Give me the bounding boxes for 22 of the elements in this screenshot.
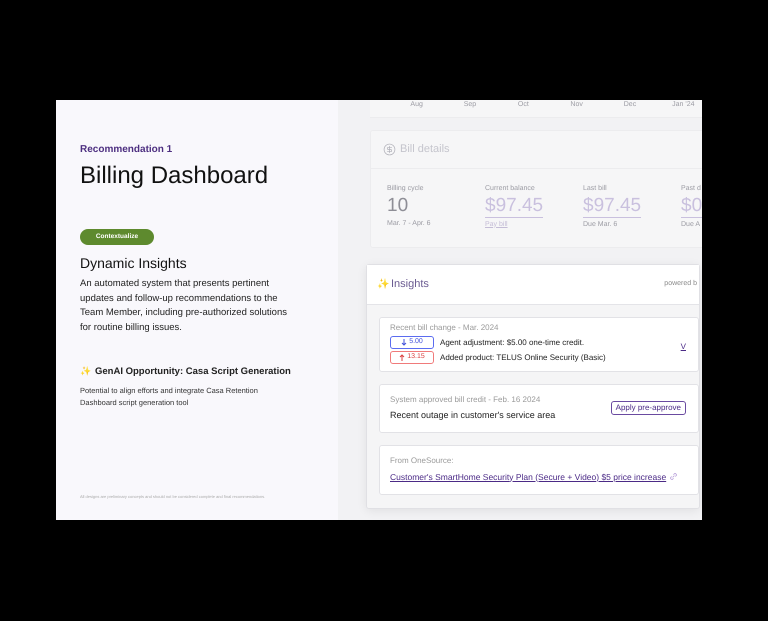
insight-text: Recent outage in customer's service area (390, 409, 556, 422)
change-text: Added product: TELUS Online Security (Basic) (440, 352, 606, 364)
view-link[interactable]: V (680, 341, 686, 353)
dollar-icon (383, 143, 396, 156)
insight-caption: Recent bill change - Mar. 2024 (390, 322, 500, 334)
description-text: An automated system that presents pertinent updates and follow-up recommendations to the Team Member, including pre-authorized solutions for routine billing issues. (80, 277, 288, 334)
change-text: Agent adjustment: $5.00 one-time credit. (440, 336, 584, 348)
sparkle-icon: ✨ (377, 277, 389, 292)
eyebrow-text: Recommendation 1 (80, 143, 174, 157)
up-arrow-icon (399, 354, 406, 361)
insight-caption: From OneSource: (390, 454, 455, 466)
insight-caption: System approved bill credit - Feb. 16 2024 (390, 394, 542, 406)
stat-value: 10 (387, 194, 408, 216)
opportunity-heading: GenAI Opportunity: Casa Script Generation (95, 365, 291, 379)
sparkle-icon: ✨ (80, 365, 91, 379)
insights-title: Insights (391, 277, 429, 292)
link-icon (669, 472, 678, 482)
slide-title: Billing Dashboard (80, 161, 270, 191)
onesource-link[interactable]: Customer's SmartHome Security Plan (Secure + Video) $5 price increase (390, 470, 666, 484)
down-arrow-icon (401, 339, 408, 346)
section-heading: Dynamic Insights (80, 254, 188, 273)
apply-credit-button[interactable]: Apply pre-approve (610, 401, 686, 416)
